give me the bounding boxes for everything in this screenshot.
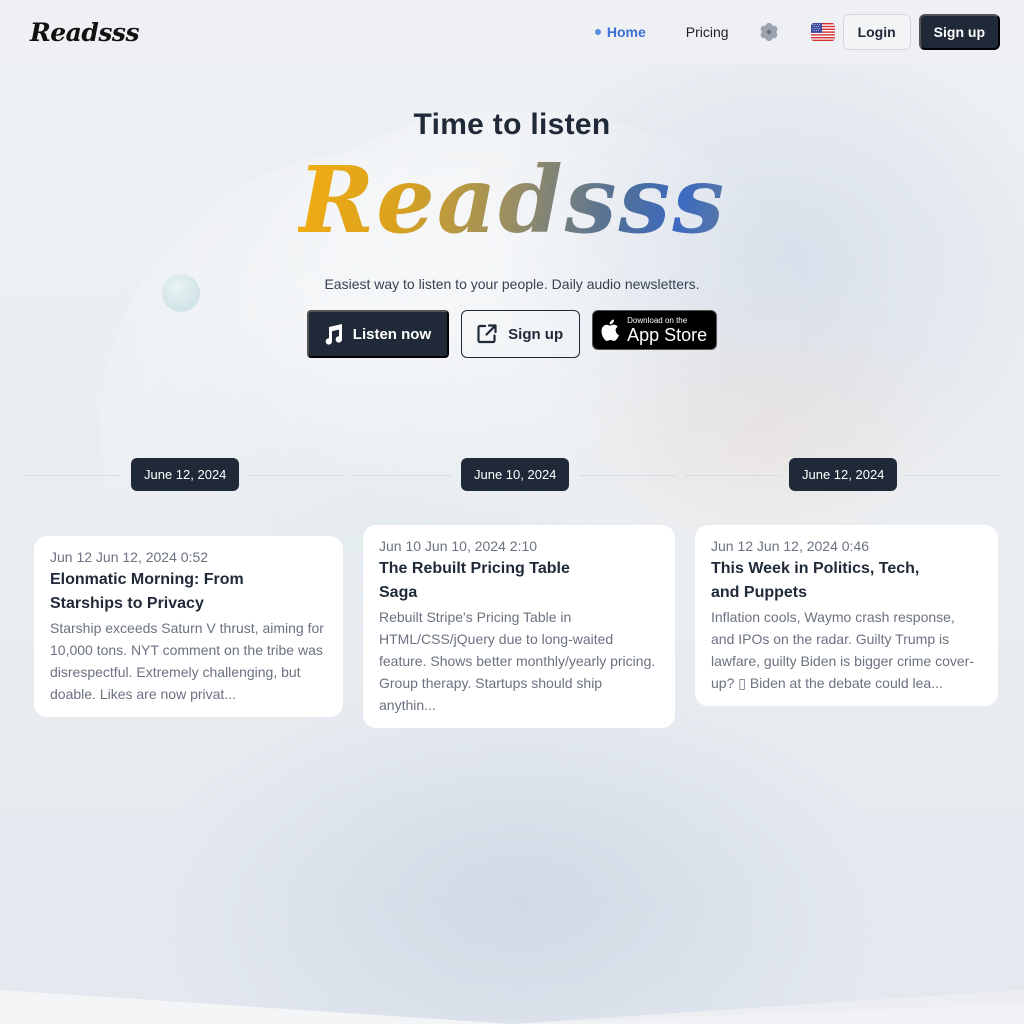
gear-icon[interactable] — [759, 22, 779, 42]
hero-section: Time to listen Readsss Easiest way to li… — [0, 108, 1024, 358]
hero-title: Time to listen — [413, 108, 611, 141]
episode-description: Inflation cools, Waymo crash response, a… — [711, 609, 974, 691]
hero-subtitle: Easiest way to listen to your people. Da… — [324, 276, 700, 292]
hero-actions: Listen now Sign up Download on the App S… — [0, 310, 1024, 358]
login-button[interactable]: Login — [842, 14, 911, 50]
episode-meta: Jun 10 Jun 10, 2024 2:10 — [379, 538, 538, 554]
app-store-text: Download on the App Store — [627, 315, 708, 345]
episode-card[interactable]: Jun 12 Jun 12, 2024 0:52 Elonmatic Morni… — [34, 536, 343, 717]
episode-meta: Jun 12 Jun 12, 2024 0:52 — [50, 549, 209, 565]
episode-title: Elonmatic Morning: From Starships to Pri… — [50, 571, 244, 612]
active-indicator-dot — [594, 29, 601, 35]
logo[interactable]: Readsss — [30, 18, 140, 47]
external-link-icon — [477, 324, 497, 344]
bottom-wedge — [0, 990, 1024, 1024]
date-badge: June 12, 2024 — [131, 458, 240, 491]
app-store-big-text: App Store — [627, 324, 708, 345]
date-badge: June 10, 2024 — [461, 458, 570, 491]
episode-card[interactable]: Jun 10 Jun 10, 2024 2:10 The Rebuilt Pri… — [363, 525, 675, 728]
date-badge: June 12, 2024 — [789, 458, 898, 491]
hero-brand-wordmark: Readsss — [297, 146, 727, 254]
nav-home-label: Home — [606, 24, 646, 40]
app-store-small-text: Download on the — [627, 315, 688, 325]
divider-line — [579, 475, 677, 476]
episode-description: Rebuilt Stripe's Pricing Table in HTML/C… — [379, 609, 656, 713]
nav-home-link[interactable]: Home — [594, 24, 646, 40]
episode-description: Starship exceeds Saturn V thrust, aiming… — [50, 620, 324, 702]
apple-icon — [601, 319, 620, 341]
app-store-badge[interactable]: Download on the App Store — [592, 310, 718, 350]
episode-title: This Week in Politics, Tech, and Puppets — [711, 560, 920, 601]
main-nav: Home Pricing Login Sign up — [594, 14, 1000, 50]
signup-hero-label: Sign up — [508, 325, 564, 343]
episode-card[interactable]: Jun 12 Jun 12, 2024 0:46 This Week in Po… — [695, 525, 998, 706]
divider-line — [246, 475, 344, 476]
divider-line — [685, 475, 780, 476]
divider-line — [353, 475, 451, 476]
divider-line — [24, 475, 121, 476]
music-note-icon — [325, 324, 342, 345]
episode-meta: Jun 12 Jun 12, 2024 0:46 — [711, 538, 870, 554]
us-flag-icon[interactable] — [810, 23, 835, 41]
episode-title: The Rebuilt Pricing Table Saga — [379, 560, 570, 601]
listen-now-label: Listen now — [352, 325, 432, 343]
nav-pricing-link[interactable]: Pricing — [686, 24, 729, 40]
top-header: Readsss Home Pricing Login Sign up — [0, 0, 1024, 64]
divider-line — [904, 475, 1000, 476]
signup-button-header[interactable]: Sign up — [918, 14, 1000, 50]
listen-now-button[interactable]: Listen now — [306, 310, 450, 358]
signup-button-hero[interactable]: Sign up — [461, 310, 581, 358]
